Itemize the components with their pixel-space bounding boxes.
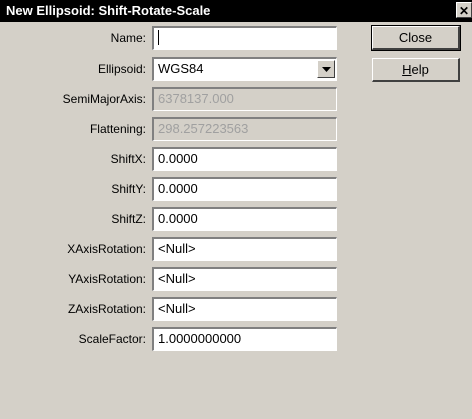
yaxis-rotation-label: YAxisRotation: <box>68 272 146 286</box>
scale-factor-label: ScaleFactor: <box>78 332 146 346</box>
ellipsoid-select[interactable]: WGS84 <box>152 57 337 81</box>
name-input[interactable] <box>152 26 337 50</box>
shiftx-label: ShiftX: <box>110 152 146 166</box>
close-icon[interactable]: ✕ <box>456 2 472 18</box>
shifty-input[interactable]: 0.0000 <box>152 177 337 201</box>
shiftz-input[interactable]: 0.0000 <box>152 207 337 231</box>
shiftx-input[interactable]: 0.0000 <box>152 147 337 171</box>
help-button[interactable]: Help <box>372 58 460 82</box>
zaxis-rotation-input[interactable]: <Null> <box>152 297 337 321</box>
ellipsoid-value: WGS84 <box>158 61 204 76</box>
shiftz-label: ShiftZ: <box>111 212 146 226</box>
yaxis-rotation-input[interactable]: <Null> <box>152 267 337 291</box>
chevron-down-icon <box>322 67 331 72</box>
xaxis-rotation-input[interactable]: <Null> <box>152 237 337 261</box>
scale-factor-input[interactable]: 1.0000000000 <box>152 327 337 351</box>
flattening-field: 298.257223563 <box>152 117 337 141</box>
flattening-label: Flattening: <box>89 122 146 136</box>
title-bar: New Ellipsoid: Shift-Rotate-Scale ✕ <box>0 0 472 22</box>
name-label: Name: <box>110 31 146 45</box>
semimajor-axis-field: 6378137.000 <box>152 87 337 111</box>
zaxis-rotation-label: ZAxisRotation: <box>67 302 146 316</box>
ellipsoid-label: Ellipsoid: <box>97 62 146 76</box>
xaxis-rotation-label: XAxisRotation: <box>67 242 146 256</box>
help-label-rest: elp <box>411 62 429 77</box>
shifty-label: ShiftY: <box>111 182 146 196</box>
help-mnemonic: H <box>402 62 412 77</box>
close-button[interactable]: Close <box>371 25 461 51</box>
window-title: New Ellipsoid: Shift-Rotate-Scale <box>6 3 211 18</box>
dialog-window: New Ellipsoid: Shift-Rotate-Scale ✕ Name… <box>0 0 472 419</box>
dropdown-button[interactable] <box>317 60 335 78</box>
semimajor-axis-label: SemiMajorAxis: <box>62 92 146 106</box>
